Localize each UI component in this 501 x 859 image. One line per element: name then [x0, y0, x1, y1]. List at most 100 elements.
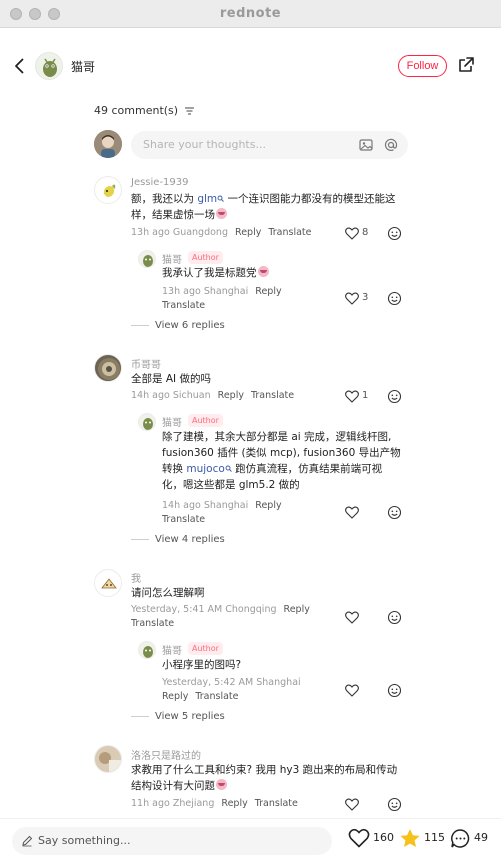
author-avatar-small[interactable]	[138, 413, 156, 431]
heart-icon	[345, 798, 359, 811]
reply-meta: 13h ago Shanghai Reply Translate	[162, 285, 312, 313]
like-button[interactable]: 3	[345, 291, 371, 307]
reply-button[interactable]: Reply	[218, 390, 244, 401]
translate-button[interactable]: Translate	[255, 798, 298, 809]
commenter-name[interactable]: 我	[131, 570, 141, 585]
emoji-react-icon[interactable]	[387, 291, 402, 306]
follow-button[interactable]: Follow	[398, 55, 447, 77]
emoji-react-icon[interactable]	[387, 797, 402, 812]
comment-meta: 13h ago Guangdong Reply Translate	[131, 226, 312, 240]
comment-link[interactable]: glm	[197, 193, 217, 205]
view-replies-button[interactable]: View 5 replies	[131, 711, 225, 722]
say-something-placeholder: Say something...	[38, 834, 131, 847]
like-button[interactable]	[345, 505, 371, 521]
heart-icon	[345, 390, 359, 403]
reply-text: 我承认了我是标题党	[162, 265, 402, 281]
like-button[interactable]: 8	[345, 226, 371, 242]
image-icon[interactable]	[358, 137, 374, 153]
share-thoughts-input[interactable]: Share your thoughts...	[131, 131, 408, 159]
bottom-action-bar: Say something... 160 115 49	[0, 818, 501, 859]
search-link-icon	[225, 465, 232, 472]
reply-button[interactable]: Reply	[284, 604, 310, 615]
comment-location: Zhejiang	[172, 798, 215, 809]
say-something-input[interactable]: Say something...	[12, 827, 332, 855]
emoji-icon	[216, 779, 227, 790]
reply-button[interactable]: Reply	[162, 691, 188, 702]
total-comments-count: 49	[474, 831, 488, 844]
author-avatar[interactable]	[35, 52, 63, 80]
author-name[interactable]: 猫哥	[71, 58, 95, 75]
reply-author-name[interactable]: 猫哥	[162, 251, 182, 266]
author-badge: Author	[188, 251, 223, 264]
emoji-react-icon[interactable]	[387, 226, 402, 241]
filter-icon[interactable]	[184, 107, 194, 115]
view-replies-button[interactable]: View 6 replies	[131, 320, 225, 331]
author-avatar-small[interactable]	[138, 641, 156, 659]
translate-button[interactable]: Translate	[162, 514, 205, 525]
comment-text: 求教用了什么工具和约束? 我用 hy3 跑出来的布局和传动 结构设计有大问题	[131, 764, 398, 792]
emoji-react-icon[interactable]	[387, 389, 402, 404]
like-count: 1	[362, 390, 369, 401]
reply-meta: 14h ago Shanghai Reply Translate	[162, 499, 312, 527]
comment-count-label: 49 comment(s)	[94, 104, 179, 117]
reply-button[interactable]: Reply	[255, 286, 281, 297]
commenter-name[interactable]: 洛洛只是路过的	[131, 747, 201, 762]
total-likes-count: 160	[373, 831, 394, 844]
commenter-name[interactable]: Jessie-1939	[131, 177, 189, 188]
comment-location: Sichuan	[172, 390, 211, 401]
chevron-left-icon[interactable]	[10, 56, 30, 76]
at-icon[interactable]	[383, 137, 399, 153]
star-icon[interactable]	[399, 828, 421, 849]
reply-button[interactable]: Reply	[221, 798, 247, 809]
view-replies-button[interactable]: View 4 replies	[131, 534, 225, 545]
reply-time: Yesterday, 5:42 AM	[162, 677, 254, 688]
reply-link[interactable]: mujoco	[186, 463, 224, 475]
reply-button[interactable]: Reply	[235, 227, 261, 238]
commenter-avatar[interactable]	[94, 354, 122, 382]
comment-bubble-icon[interactable]	[450, 828, 471, 849]
pencil-icon	[22, 835, 33, 847]
comment-meta: Yesterday, 5:41 AM Chongqing Reply Trans…	[131, 603, 331, 631]
commenter-name[interactable]: 币哥哥	[131, 356, 161, 371]
like-button[interactable]: 1	[345, 389, 371, 405]
comment-text: 额，我还以为 glm 一个连识图能力都没有的模型还能这样，结果虚惊一场	[131, 193, 396, 221]
heart-icon	[345, 506, 359, 519]
heart-icon	[345, 684, 359, 697]
reply-author-name[interactable]: 猫哥	[162, 642, 182, 657]
commenter-avatar[interactable]	[94, 569, 122, 597]
reply-time: 13h ago	[162, 286, 201, 297]
commenter-avatar[interactable]	[94, 176, 122, 204]
translate-button[interactable]: Translate	[251, 390, 294, 401]
window-title: rednote	[219, 6, 282, 21]
commenter-avatar[interactable]	[94, 745, 122, 773]
like-count: 8	[362, 227, 369, 238]
reply-author-name[interactable]: 猫哥	[162, 414, 182, 429]
like-button[interactable]	[345, 683, 371, 699]
my-avatar[interactable]	[94, 130, 122, 158]
reply-meta: Yesterday, 5:42 AM Shanghai Reply Transl…	[162, 676, 332, 704]
emoji-icon	[257, 266, 269, 277]
heart-icon	[345, 292, 359, 305]
translate-button[interactable]: Translate	[162, 300, 205, 311]
comment-time: 14h ago	[131, 390, 170, 401]
emoji-react-icon[interactable]	[387, 505, 402, 520]
emoji-react-icon[interactable]	[387, 683, 402, 698]
heart-icon	[345, 611, 359, 624]
emoji-react-icon[interactable]	[387, 610, 402, 625]
like-button[interactable]	[345, 610, 371, 626]
translate-button[interactable]: Translate	[195, 691, 238, 702]
comment-time: 11h ago	[131, 798, 170, 809]
comment-location: Chongqing	[225, 604, 277, 615]
reply-location: Shanghai	[256, 677, 301, 688]
like-count: 3	[362, 292, 369, 303]
window-titlebar: rednote	[0, 0, 501, 28]
emoji-icon	[216, 208, 227, 219]
reply-button[interactable]: Reply	[255, 500, 281, 511]
author-avatar-small[interactable]	[138, 250, 156, 268]
share-external-icon[interactable]	[456, 55, 476, 75]
heart-icon[interactable]	[348, 828, 370, 848]
like-button[interactable]	[345, 797, 371, 813]
reply-location: Shanghai	[203, 286, 249, 297]
translate-button[interactable]: Translate	[131, 618, 174, 629]
translate-button[interactable]: Translate	[268, 227, 311, 238]
